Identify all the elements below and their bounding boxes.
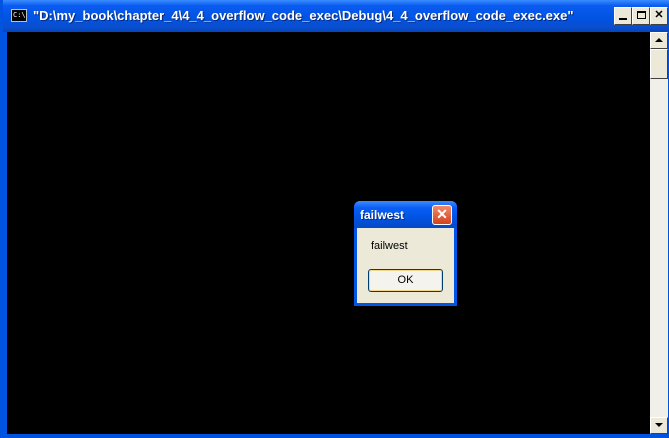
message-box-close-button[interactable]: ✕ (432, 205, 452, 225)
maximize-button[interactable] (632, 7, 650, 25)
close-icon: ✕ (436, 206, 448, 222)
maximize-icon (636, 11, 646, 19)
message-box-titlebar[interactable]: failwest ✕ (354, 201, 457, 228)
arrow-up-icon (655, 38, 663, 42)
scroll-thumb[interactable] (650, 49, 668, 79)
minimize-button[interactable] (614, 7, 632, 25)
console-icon[interactable]: C:\ (11, 9, 27, 22)
close-icon: ✕ (654, 9, 664, 21)
minimize-icon (619, 18, 627, 20)
console-output-area[interactable] (7, 32, 668, 434)
message-box-text: failwest (371, 240, 408, 252)
arrow-down-icon (655, 423, 663, 427)
scroll-down-button[interactable] (650, 417, 668, 434)
scroll-up-button[interactable] (650, 32, 668, 49)
message-box-title: failwest (360, 208, 405, 222)
console-window: C:\ "D:\my_book\chapter_4\4_4_overflow_c… (0, 0, 669, 438)
window-title: "D:\my_book\chapter_4\4_4_overflow_code_… (33, 8, 574, 23)
message-box: failwest ✕ failwest OK (354, 201, 457, 306)
console-titlebar[interactable]: C:\ "D:\my_book\chapter_4\4_4_overflow_c… (3, 0, 669, 32)
ok-button[interactable]: OK (368, 269, 443, 292)
vertical-scrollbar[interactable] (650, 32, 668, 434)
close-button[interactable]: ✕ (650, 7, 668, 25)
